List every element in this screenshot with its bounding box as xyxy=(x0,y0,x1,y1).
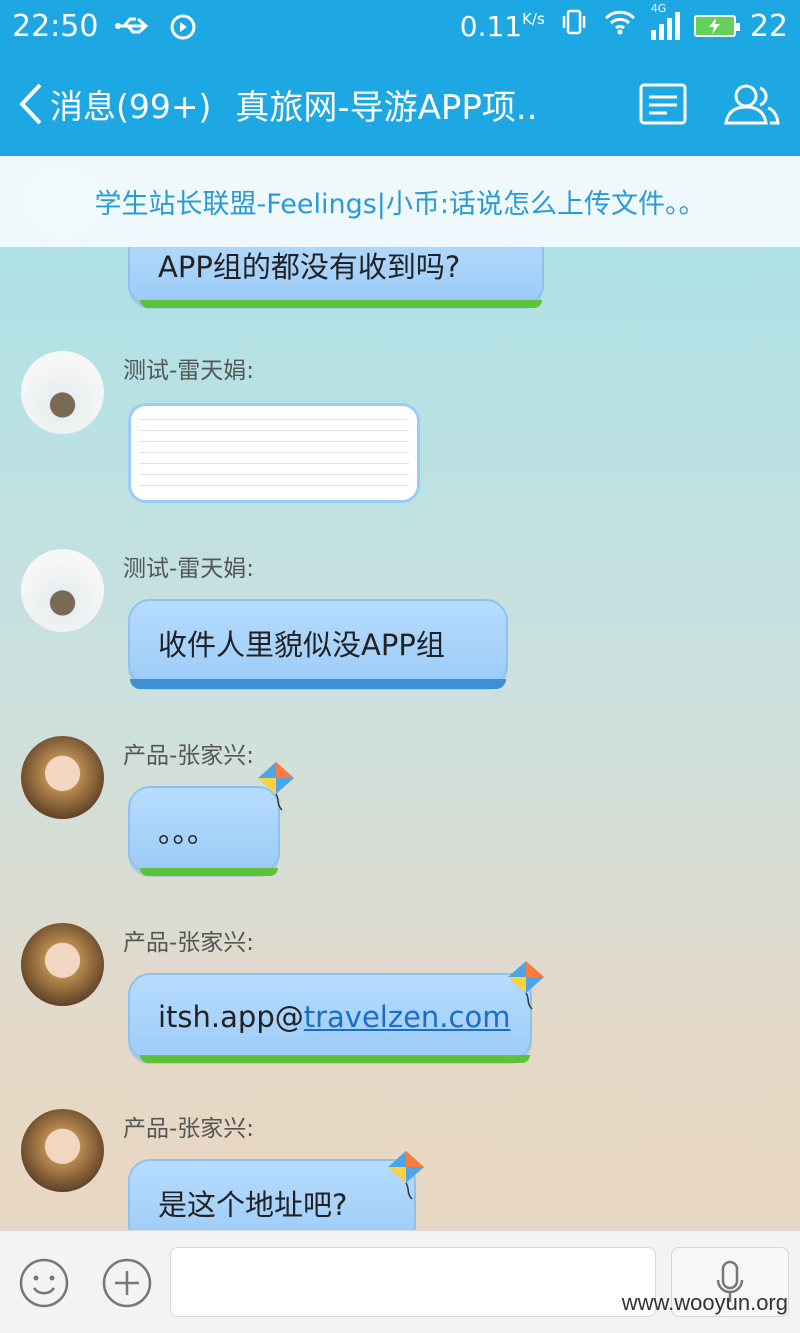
emoji-button[interactable] xyxy=(18,1257,70,1309)
status-time: 22:50 xyxy=(12,8,99,44)
kite-icon xyxy=(258,762,294,811)
group-files-button[interactable] xyxy=(633,74,693,134)
bubble-decoration xyxy=(130,679,506,689)
group-members-button[interactable] xyxy=(722,74,782,134)
vibrate-icon xyxy=(559,7,589,45)
bubble-decoration xyxy=(140,1055,530,1063)
battery-icon xyxy=(693,15,740,37)
back-label: 消息(99+) xyxy=(50,87,212,126)
signal-icon: 4G xyxy=(650,2,680,40)
battery-level: 22 xyxy=(749,8,788,44)
message-bubble[interactable]: 收件人里貌似没APP组 xyxy=(128,599,508,689)
message-bubble[interactable]: itsh.app@travelzen.com xyxy=(128,973,532,1063)
back-button[interactable]: 消息(99+) xyxy=(0,52,211,156)
message-text: 是这个地址吧? xyxy=(158,1188,348,1222)
bubble-decoration xyxy=(140,868,278,876)
avatar[interactable] xyxy=(21,1109,104,1192)
avatar[interactable] xyxy=(21,923,104,1006)
alarm-icon xyxy=(168,11,198,41)
input-bar xyxy=(0,1230,800,1333)
notice-text: 学生站长联盟-Feelings|小币:话说怎么上传文件。。 xyxy=(94,189,706,220)
message-text: 。。。 xyxy=(158,815,217,849)
watermark: www.wooyun.org xyxy=(621,1290,788,1315)
chevron-left-icon xyxy=(19,83,42,125)
message-bubble[interactable]: 是这个地址吧? xyxy=(128,1159,416,1230)
bubble-decoration xyxy=(140,300,542,308)
wifi-icon xyxy=(603,8,637,44)
sender-name: 产品-张家兴: xyxy=(123,743,255,769)
message-text: itsh.app@travelzen.com xyxy=(158,1000,511,1034)
plus-icon xyxy=(102,1258,152,1308)
kite-icon xyxy=(388,1151,424,1200)
people-icon xyxy=(724,84,780,125)
avatar[interactable] xyxy=(21,736,104,819)
email-link[interactable]: travelzen.com xyxy=(304,1000,511,1034)
message-text: APP组的都没有收到吗? xyxy=(158,250,461,284)
image-message[interactable] xyxy=(128,403,420,503)
status-bar: 22:50 0.11K/s 4G 22 xyxy=(0,0,800,52)
sender-name: 测试-雷天娟: xyxy=(123,556,255,582)
more-button[interactable] xyxy=(101,1257,153,1309)
sender-name: 测试-雷天娟: xyxy=(123,358,255,384)
notice-banner[interactable]: 学生站长联盟-Feelings|小币:话说怎么上传文件。。 xyxy=(0,156,800,247)
avatar[interactable] xyxy=(21,549,104,632)
message-input[interactable] xyxy=(170,1247,656,1317)
kite-icon xyxy=(508,961,544,1010)
message-text: 收件人里貌似没APP组 xyxy=(158,628,445,662)
chat-title: 真旅网-导游APP项.. xyxy=(235,87,538,128)
chat-area[interactable]: APP组的都没有收到吗? 测试-雷天娟: 测试-雷天娟: 收件人里貌似没APP组… xyxy=(0,156,800,1230)
sender-name: 产品-张家兴: xyxy=(123,1116,255,1142)
email-screenshot-image xyxy=(139,412,409,494)
file-list-icon xyxy=(639,83,687,125)
avatar[interactable] xyxy=(21,351,104,434)
smiley-icon xyxy=(19,1258,69,1308)
usb-icon xyxy=(114,14,154,38)
sender-name: 产品-张家兴: xyxy=(123,930,255,956)
network-speed: 0.11K/s xyxy=(459,9,545,43)
title-bar: 消息(99+) 真旅网-导游APP项.. xyxy=(0,52,800,156)
